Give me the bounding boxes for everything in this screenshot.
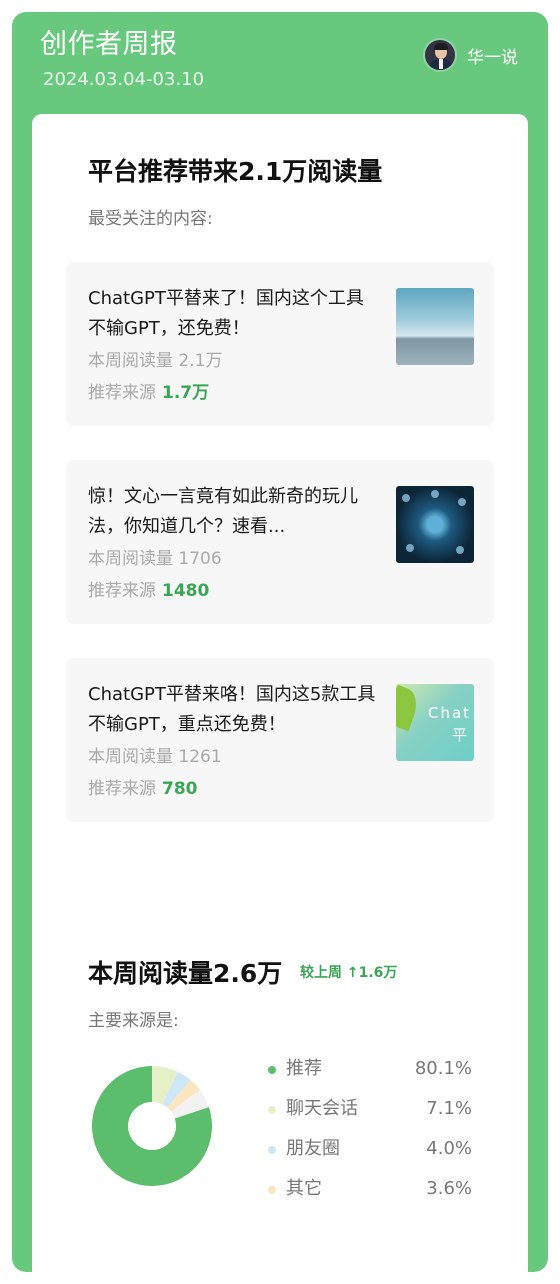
article-title: ChatGPT平替来了！国内这个工具不输GPT，还免费！ [88, 288, 364, 339]
legend-dot [268, 1186, 276, 1194]
article-source-value: 1.7万 [162, 383, 210, 403]
legend-value: 80.1% [414, 1058, 472, 1079]
article-card[interactable]: ChatGPT平替来咯！国内这5款工具不输GPT，重点还免费！ 本周阅读量 12… [66, 658, 494, 822]
article-source-value: 780 [162, 779, 198, 799]
source-legend: 推荐 80.1% 聊天会话 7.1% 朋友圈 4.0% 其它 3.6% [268, 1054, 472, 1214]
weekly-report-frame: 创作者周报 2024.03.04-03.10 华一说 平台推荐带来2.1万阅读量… [12, 12, 548, 1272]
article-source: 推荐来源 1.7万 [88, 383, 210, 403]
report-date-range: 2024.03.04-03.10 [43, 69, 205, 90]
article-title: ChatGPT平替来咯！国内这5款工具不输GPT，重点还免费！ [88, 684, 376, 735]
legend-value: 4.0% [426, 1138, 472, 1159]
article-card[interactable]: ChatGPT平替来了！国内这个工具不输GPT，还免费！ 本周阅读量 2.1万 … [66, 262, 494, 426]
legend-dot [268, 1146, 276, 1154]
legend-label: 朋友圈 [286, 1138, 340, 1159]
legend-row: 其它 3.6% [268, 1174, 472, 1214]
recommend-subtitle: 最受关注的内容: [88, 209, 213, 229]
legend-row: 聊天会话 7.1% [268, 1094, 472, 1134]
weekly-subtitle: 主要来源是: [88, 1011, 179, 1031]
weekly-reads-title: 本周阅读量2.6万 [88, 959, 283, 988]
report-card: 平台推荐带来2.1万阅读量 最受关注的内容: ChatGPT平替来了！国内这个工… [32, 114, 528, 1272]
legend-dot [268, 1066, 276, 1074]
article-reads: 本周阅读量 1706 [88, 549, 222, 569]
legend-value: 3.6% [426, 1178, 472, 1199]
source-donut-chart [92, 1066, 212, 1186]
article-source-value: 1480 [162, 581, 210, 601]
article-source: 推荐来源 1480 [88, 581, 210, 601]
article-thumbnail[interactable] [396, 288, 474, 365]
legend-value: 7.1% [426, 1098, 472, 1119]
article-reads: 本周阅读量 1261 [88, 747, 222, 767]
report-title: 创作者周报 [40, 29, 178, 60]
legend-label: 聊天会话 [286, 1098, 358, 1119]
article-thumbnail[interactable]: Chat 平 [396, 684, 474, 761]
article-card[interactable]: 惊！文心一言竟有如此新奇的玩儿法，你知道几个？速看... 本周阅读量 1706 … [66, 460, 494, 624]
user-name: 华一说 [467, 47, 518, 68]
legend-dot [268, 1106, 276, 1114]
recommend-title: 平台推荐带来2.1万阅读量 [88, 157, 383, 186]
article-reads: 本周阅读量 2.1万 [88, 351, 223, 371]
user-profile[interactable]: 华一说 [423, 38, 518, 72]
article-thumbnail[interactable] [396, 486, 474, 563]
legend-label: 其它 [286, 1178, 322, 1199]
article-source: 推荐来源 780 [88, 779, 198, 799]
avatar[interactable] [423, 38, 457, 72]
legend-row: 朋友圈 4.0% [268, 1134, 472, 1174]
article-title: 惊！文心一言竟有如此新奇的玩儿法，你知道几个？速看... [88, 486, 358, 537]
weekly-compare-badge: 较上周 ↑1.6万 [300, 965, 398, 981]
legend-row: 推荐 80.1% [268, 1054, 472, 1094]
legend-label: 推荐 [286, 1058, 322, 1079]
